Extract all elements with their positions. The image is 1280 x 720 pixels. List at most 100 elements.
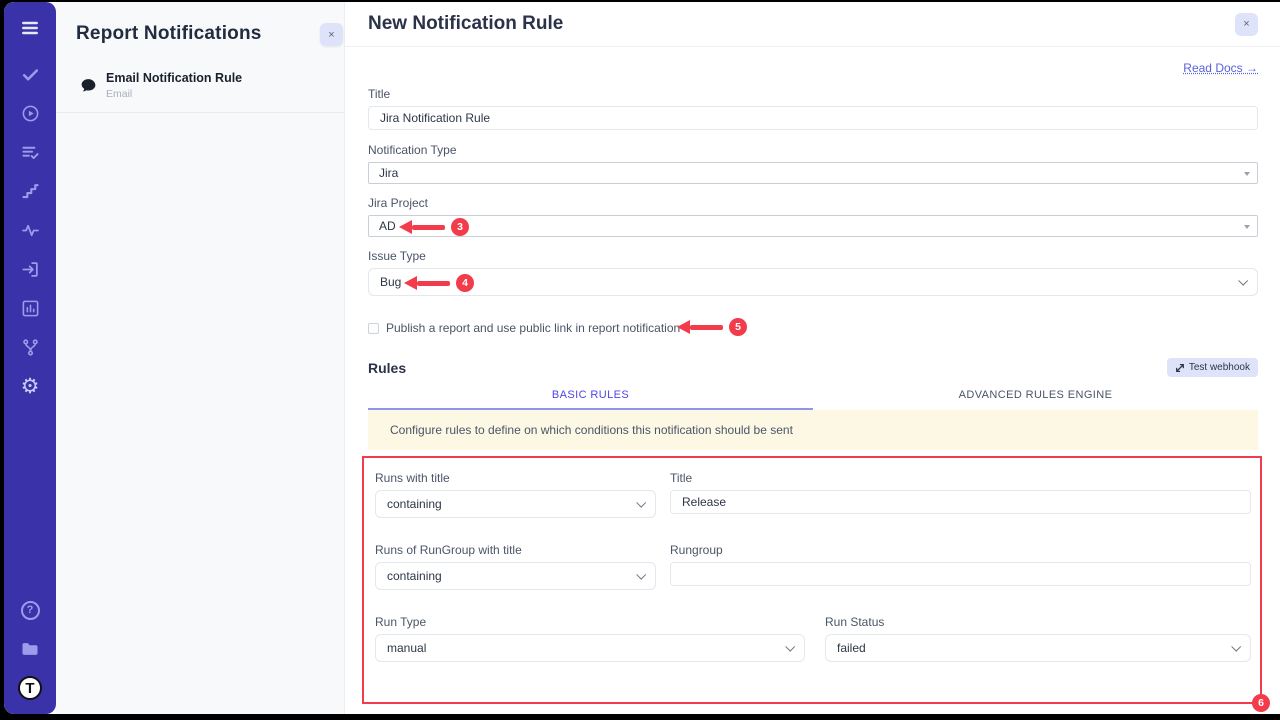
- caret-down-icon: [1244, 172, 1250, 176]
- notification-type-label: Notification Type: [368, 143, 1258, 157]
- annotation-badge-6: 6: [1252, 694, 1270, 712]
- field-rungroup-with-title: Runs of RunGroup with title containing: [375, 543, 656, 590]
- close-icon: ×: [328, 29, 334, 41]
- chevron-down-icon: [1238, 276, 1248, 286]
- runs-with-title-value: containing: [387, 497, 442, 511]
- main-header: New Notification Rule ×: [345, 2, 1280, 47]
- report-notifications-panel: Report Notifications × Email Notificatio…: [56, 2, 345, 714]
- rule-row-1: Runs with title containing Title: [375, 471, 1251, 518]
- field-rungroup: Rungroup: [670, 543, 1251, 590]
- main-close-button[interactable]: ×: [1235, 13, 1258, 36]
- rungroup-input[interactable]: [670, 562, 1251, 586]
- speech-bubble-icon: [80, 77, 97, 94]
- rungroup-with-title-label: Runs of RunGroup with title: [375, 543, 656, 557]
- field-run-type: Run Type manual: [375, 615, 805, 662]
- issue-type-label: Issue Type: [368, 249, 1258, 263]
- activity-pulse-icon[interactable]: [18, 218, 42, 242]
- checkmark-icon[interactable]: [18, 62, 42, 86]
- test-webhook-label: Test webhook: [1189, 362, 1250, 373]
- app-logo[interactable]: T: [18, 676, 42, 700]
- bar-chart-icon[interactable]: [18, 296, 42, 320]
- tab-advanced-rules-engine[interactable]: ADVANCED RULES ENGINE: [813, 389, 1258, 410]
- page-title: New Notification Rule: [368, 13, 563, 35]
- rungroup-with-title-value: containing: [387, 569, 442, 583]
- run-status-select[interactable]: failed: [825, 634, 1251, 662]
- field-publish-report: Publish a report and use public link in …: [368, 321, 1258, 335]
- rules-header-row: Rules Test webhook: [368, 358, 1258, 377]
- runs-with-title-label: Runs with title: [375, 471, 656, 485]
- help-circle-icon[interactable]: ?: [18, 598, 42, 622]
- help-glyph: ?: [27, 604, 34, 616]
- hamburger-menu-icon[interactable]: [18, 16, 42, 40]
- arrow-head: [399, 220, 412, 234]
- run-type-value: manual: [387, 641, 426, 655]
- notification-type-select[interactable]: Jira: [368, 162, 1258, 184]
- rule-row-3: Run Type manual Run Status failed: [375, 615, 1251, 662]
- annotation-badge-4: 4: [456, 274, 474, 292]
- issue-type-select[interactable]: Bug 4: [368, 268, 1258, 296]
- panel-close-button[interactable]: ×: [320, 23, 343, 46]
- chevron-down-icon: [636, 570, 646, 580]
- read-docs-link[interactable]: Read Docs →: [1183, 61, 1258, 75]
- title-label: Title: [368, 87, 1258, 101]
- caret-down-icon: [1244, 225, 1250, 229]
- list-item-subtitle: Email: [106, 88, 242, 100]
- jira-project-select[interactable]: AD 3: [368, 215, 1258, 237]
- form-body: Read Docs → Title Notification Type Jira…: [345, 47, 1280, 714]
- test-webhook-button[interactable]: Test webhook: [1167, 358, 1258, 377]
- main-content: New Notification Rule × Read Docs → Titl…: [345, 2, 1280, 714]
- arrow-shaft: [417, 281, 450, 286]
- run-status-label: Run Status: [825, 615, 1251, 629]
- annotation-arrow-5: 5: [677, 318, 747, 336]
- publish-checkbox[interactable]: [368, 323, 379, 334]
- field-issue-type: Issue Type Bug 4: [368, 249, 1258, 296]
- steps-icon[interactable]: [18, 179, 42, 203]
- basic-rules-annotated-box: Runs with title containing Title Runs of…: [362, 456, 1262, 704]
- run-status-value: failed: [837, 641, 866, 655]
- annotation-badge-3: 3: [451, 218, 469, 236]
- tab-basic-rules[interactable]: BASIC RULES: [368, 389, 813, 410]
- run-type-label: Run Type: [375, 615, 805, 629]
- arrow-shaft: [690, 325, 723, 330]
- rules-info-banner: Configure rules to define on which condi…: [368, 410, 1258, 450]
- field-notification-type: Notification Type Jira: [368, 143, 1258, 184]
- folder-icon[interactable]: [18, 637, 42, 661]
- annotation-badge-5: 5: [729, 318, 747, 336]
- list-item-email-notification-rule[interactable]: Email Notification Rule Email: [56, 59, 344, 113]
- field-rule-title: Title: [670, 471, 1251, 518]
- close-icon: ×: [1243, 18, 1249, 30]
- arrow-shaft: [412, 225, 445, 230]
- run-type-select[interactable]: manual: [375, 634, 805, 662]
- rules-heading: Rules: [368, 360, 406, 376]
- field-title: Title: [368, 87, 1258, 130]
- sign-in-icon[interactable]: [18, 257, 42, 281]
- arrow-head: [404, 276, 417, 290]
- field-run-status: Run Status failed: [825, 615, 1251, 662]
- chevron-down-icon: [1231, 642, 1241, 652]
- play-circle-icon[interactable]: [18, 101, 42, 125]
- git-fork-icon[interactable]: [18, 335, 42, 359]
- nav-sidebar: ⚙ ? T: [4, 2, 56, 714]
- rungroup-with-title-select[interactable]: containing: [375, 562, 656, 590]
- rules-tabs: BASIC RULES ADVANCED RULES ENGINE: [368, 389, 1258, 410]
- rule-title-label: Title: [670, 471, 1251, 485]
- logo-letter: T: [25, 680, 34, 697]
- rule-title-input[interactable]: [670, 490, 1251, 514]
- panel-title: Report Notifications: [56, 2, 344, 45]
- title-input[interactable]: [368, 106, 1258, 130]
- webhook-arrows-icon: [1175, 363, 1185, 373]
- runs-with-title-select[interactable]: containing: [375, 490, 656, 518]
- issue-type-value: Bug: [380, 275, 401, 289]
- read-docs-row: Read Docs →: [368, 59, 1258, 74]
- list-item-title: Email Notification Rule: [106, 71, 242, 85]
- rule-row-2: Runs of RunGroup with title containing R…: [375, 543, 1251, 590]
- list-check-icon[interactable]: [18, 140, 42, 164]
- chevron-down-icon: [785, 642, 795, 652]
- gear-icon[interactable]: ⚙: [18, 374, 42, 398]
- annotation-arrow-3: 3: [399, 218, 469, 236]
- notification-type-value: Jira: [379, 166, 398, 180]
- jira-project-value: AD: [379, 219, 396, 233]
- field-jira-project: Jira Project AD 3: [368, 196, 1258, 237]
- chevron-down-icon: [636, 498, 646, 508]
- list-item-text: Email Notification Rule Email: [106, 71, 242, 100]
